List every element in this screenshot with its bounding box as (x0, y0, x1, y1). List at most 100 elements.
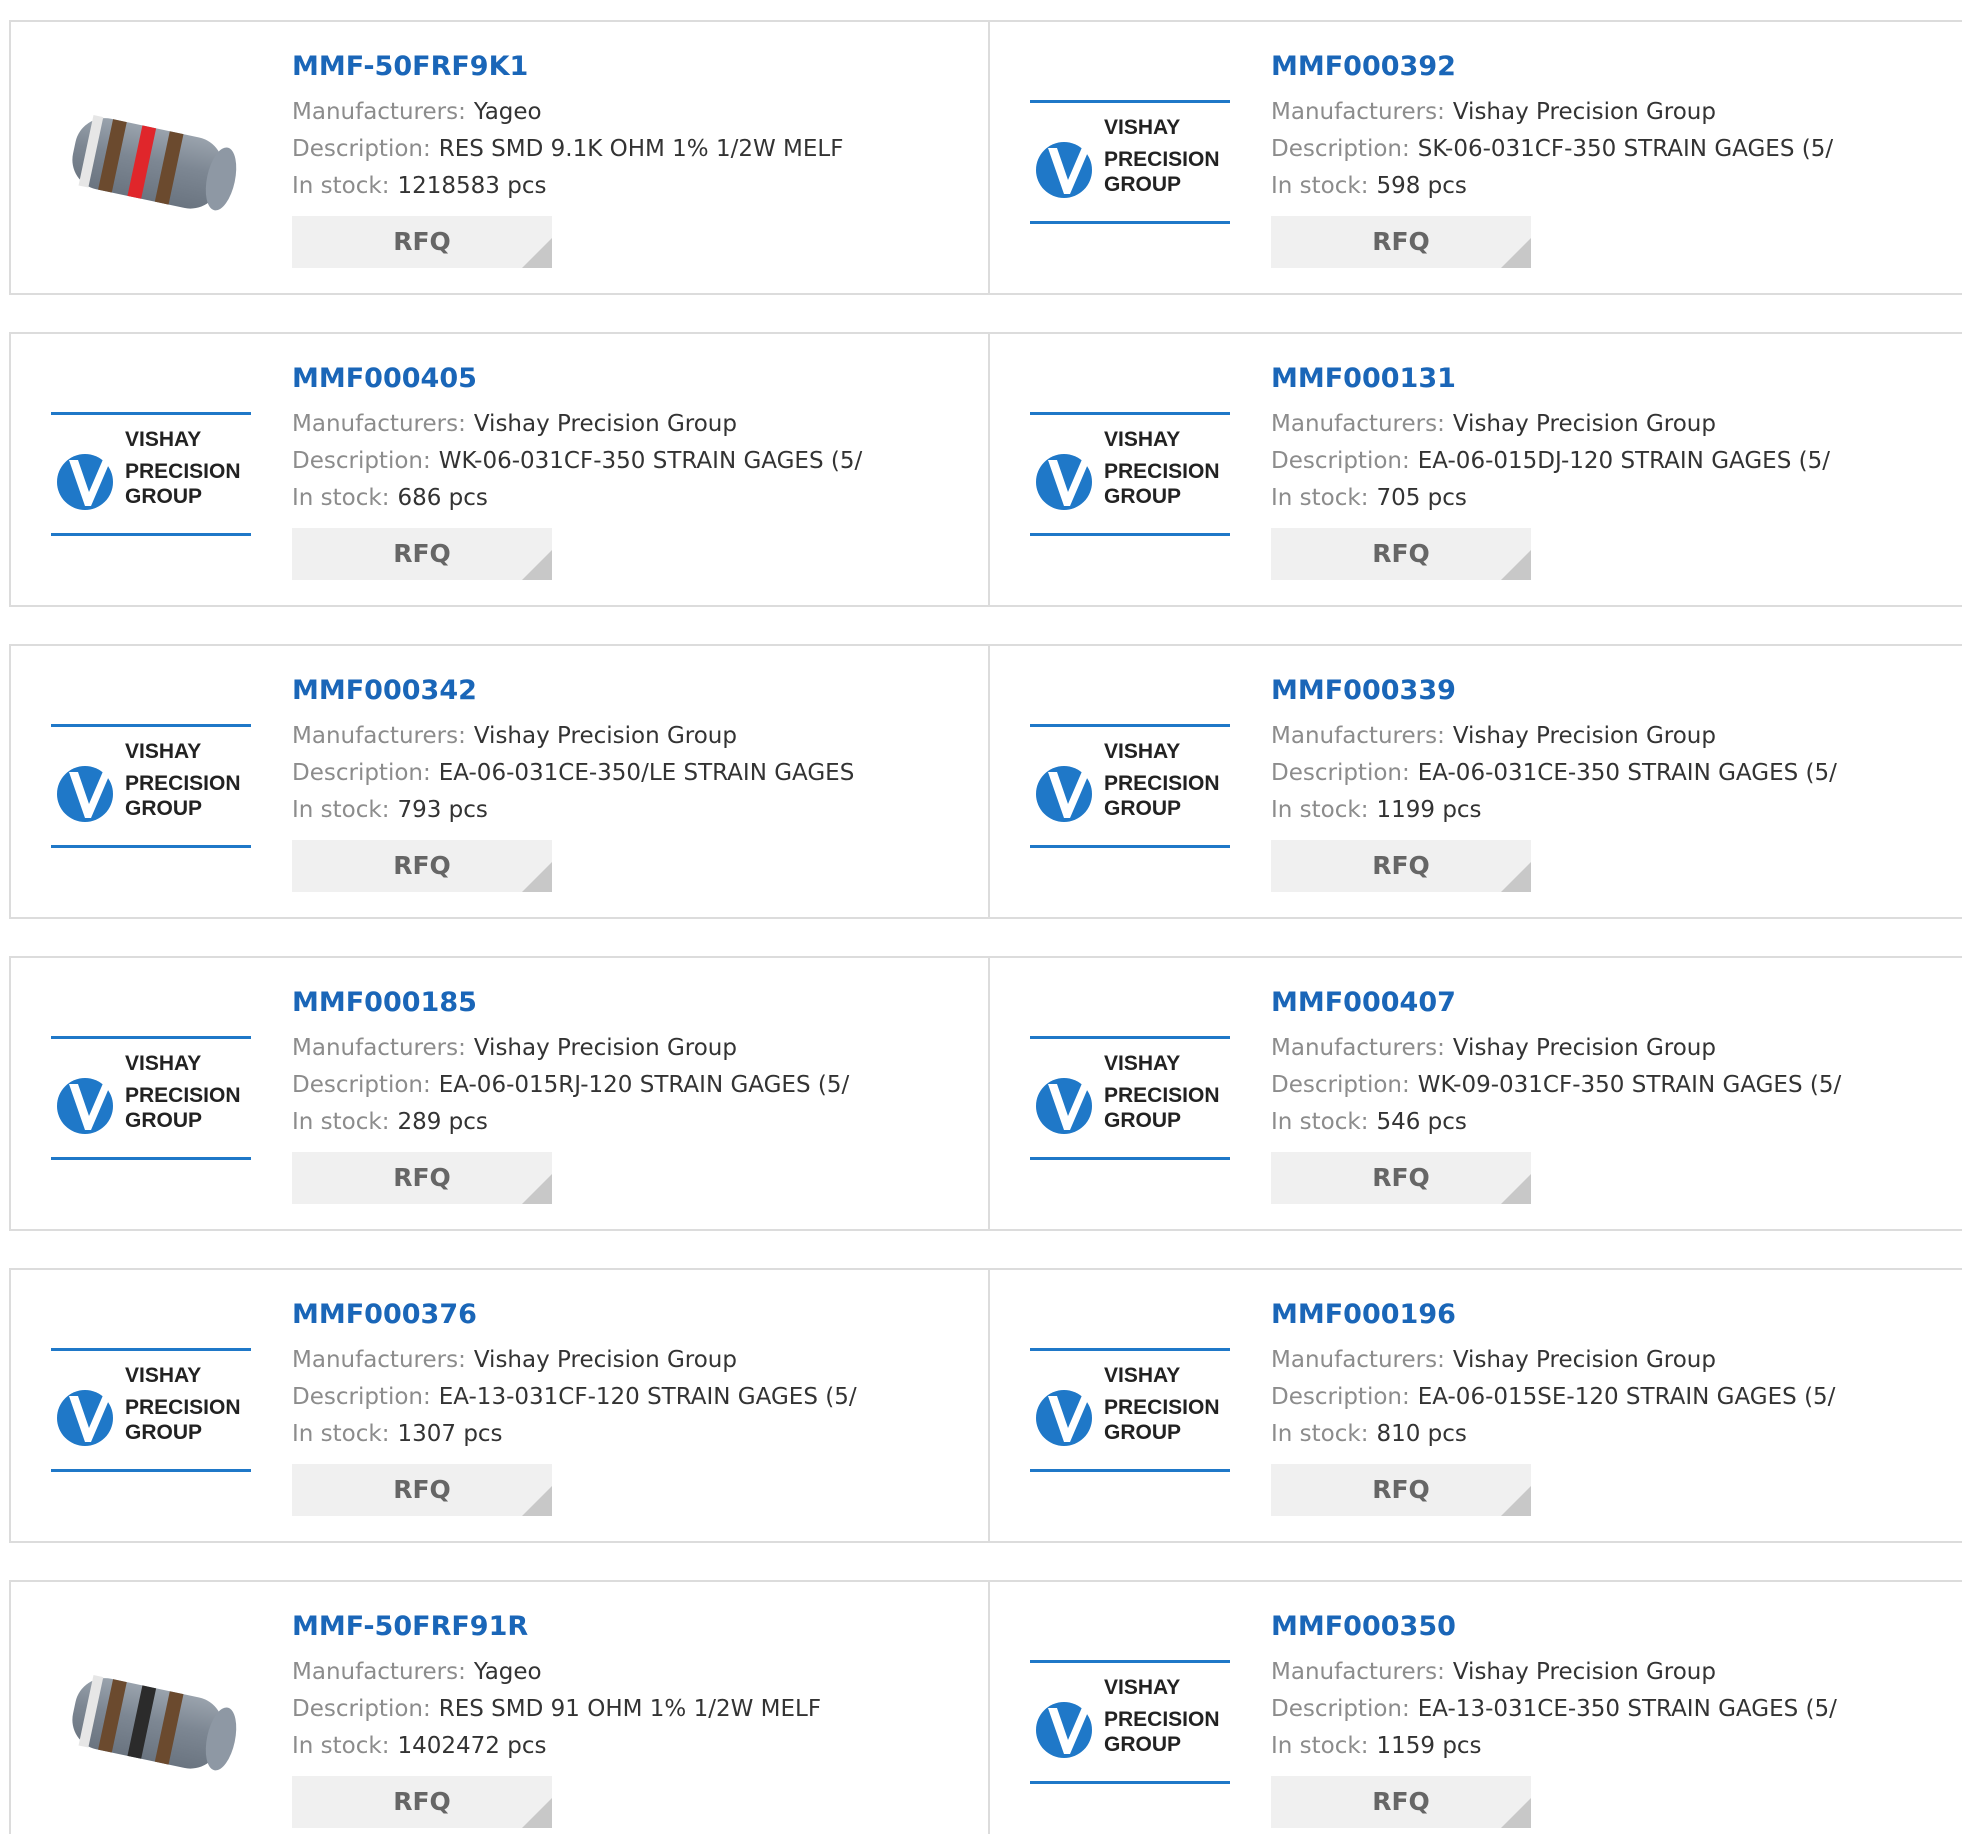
rfq-label: RFQ (393, 227, 451, 256)
manufacturer-value: Vishay Precision Group (473, 1347, 737, 1373)
svg-text:GROUP: GROUP (125, 797, 202, 820)
part-number-link[interactable]: MMF000350 (1271, 1610, 1952, 1644)
product-row: MMF-50FRF91R Manufacturers: Yageo Descripti… (9, 1580, 1962, 1834)
corner-triangle-icon (522, 1174, 552, 1204)
description-row: Description: EA-06-031CE-350 STRAIN GAGES… (1271, 755, 1952, 792)
manufacturer-value: Vishay Precision Group (1452, 1035, 1716, 1061)
corner-triangle-icon (1501, 550, 1531, 580)
product-card: VISHAY PRECISION GROUP MMF000185 Manufact… (11, 958, 988, 1229)
rfq-button[interactable]: RFQ (1271, 528, 1531, 580)
description-row: Description: SK-06-031CF-350 STRAIN GAGES… (1271, 131, 1952, 168)
product-thumbnail[interactable]: VISHAY PRECISION GROUP (51, 374, 251, 574)
manufacturer-row: Manufacturers: Yageo (292, 94, 978, 131)
rfq-button[interactable]: RFQ (292, 216, 552, 268)
rfq-button[interactable]: RFQ (1271, 216, 1531, 268)
stock-value: 793 pcs (397, 797, 488, 823)
svg-text:GROUP: GROUP (125, 1421, 202, 1444)
corner-triangle-icon (1501, 1174, 1531, 1204)
manufacturer-label: Manufacturers: (1271, 411, 1445, 437)
corner-triangle-icon (522, 1798, 552, 1828)
product-thumbnail[interactable]: VISHAY PRECISION GROUP (51, 998, 251, 1198)
rfq-label: RFQ (1372, 1163, 1430, 1192)
description-value: EA-06-015SE-120 STRAIN GAGES (5/ (1417, 1384, 1836, 1410)
part-number-link[interactable]: MMF000376 (292, 1298, 978, 1332)
description-value: SK-06-031CF-350 STRAIN GAGES (5/ (1417, 136, 1834, 162)
svg-text:VISHAY: VISHAY (1104, 740, 1180, 763)
product-thumbnail[interactable]: VISHAY PRECISION GROUP (51, 686, 251, 886)
part-number-link[interactable]: MMF000131 (1271, 362, 1952, 396)
corner-triangle-icon (522, 862, 552, 892)
rfq-button[interactable]: RFQ (292, 840, 552, 892)
part-number-link[interactable]: MMF000405 (292, 362, 978, 396)
svg-text:VISHAY: VISHAY (1104, 1676, 1180, 1699)
manufacturer-row: Manufacturers: Vishay Precision Group (292, 718, 978, 755)
vishay-precision-group-logo: VISHAY PRECISION GROUP (1030, 724, 1230, 848)
description-value: RES SMD 91 OHM 1% 1/2W MELF (438, 1696, 822, 1722)
product-row: VISHAY PRECISION GROUP MMF000376 Manufact… (9, 1268, 1962, 1543)
manufacturer-label: Manufacturers: (292, 1035, 466, 1061)
manufacturer-value: Vishay Precision Group (1452, 1347, 1716, 1373)
description-row: Description: EA-06-015SE-120 STRAIN GAGES… (1271, 1379, 1952, 1416)
vishay-precision-group-logo: VISHAY PRECISION GROUP (1030, 100, 1230, 224)
corner-triangle-icon (1501, 862, 1531, 892)
rfq-button[interactable]: RFQ (292, 1776, 552, 1828)
svg-text:PRECISION: PRECISION (1104, 772, 1220, 795)
product-info: MMF000350 Manufacturers: Vishay Precision … (1271, 1610, 1952, 1828)
svg-text:GROUP: GROUP (1104, 797, 1181, 820)
svg-text:GROUP: GROUP (1104, 1733, 1181, 1756)
rfq-button[interactable]: RFQ (1271, 1776, 1531, 1828)
stock-label: In stock: (1271, 485, 1369, 511)
manufacturer-row: Manufacturers: Vishay Precision Group (292, 1030, 978, 1067)
product-row: VISHAY PRECISION GROUP MMF000185 Manufact… (9, 956, 1962, 1231)
description-row: Description: RES SMD 9.1K OHM 1% 1/2W MEL… (292, 131, 978, 168)
stock-row: In stock: 686 pcs (292, 480, 978, 517)
product-thumbnail[interactable]: VISHAY PRECISION GROUP (1030, 998, 1230, 1198)
product-thumbnail[interactable]: VISHAY PRECISION GROUP (51, 1310, 251, 1510)
vishay-precision-group-logo: VISHAY PRECISION GROUP (51, 724, 251, 848)
description-value: EA-06-015RJ-120 STRAIN GAGES (5/ (438, 1072, 850, 1098)
manufacturer-row: Manufacturers: Vishay Precision Group (1271, 94, 1952, 131)
vishay-precision-group-logo: VISHAY PRECISION GROUP (51, 1348, 251, 1472)
rfq-button[interactable]: RFQ (292, 528, 552, 580)
stock-value: 1402472 pcs (397, 1733, 547, 1759)
part-number-link[interactable]: MMF000342 (292, 674, 978, 708)
part-number-link[interactable]: MMF-50FRF91R (292, 1610, 978, 1644)
product-thumbnail[interactable] (51, 1622, 251, 1822)
product-thumbnail[interactable]: VISHAY PRECISION GROUP (1030, 1310, 1230, 1510)
description-value: EA-06-015DJ-120 STRAIN GAGES (5/ (1417, 448, 1830, 474)
stock-label: In stock: (292, 173, 390, 199)
product-thumbnail[interactable] (51, 62, 251, 262)
stock-value: 705 pcs (1376, 485, 1467, 511)
part-number-link[interactable]: MMF000185 (292, 986, 978, 1020)
product-thumbnail[interactable]: VISHAY PRECISION GROUP (1030, 62, 1230, 262)
description-value: RES SMD 9.1K OHM 1% 1/2W MELF (438, 136, 844, 162)
description-label: Description: (292, 136, 431, 162)
description-row: Description: EA-13-031CF-120 STRAIN GAGES… (292, 1379, 978, 1416)
rfq-button[interactable]: RFQ (1271, 840, 1531, 892)
rfq-button[interactable]: RFQ (292, 1152, 552, 1204)
rfq-label: RFQ (393, 851, 451, 880)
part-number-link[interactable]: MMF000196 (1271, 1298, 1952, 1332)
svg-text:PRECISION: PRECISION (1104, 148, 1220, 171)
manufacturer-label: Manufacturers: (292, 99, 466, 125)
product-thumbnail[interactable]: VISHAY PRECISION GROUP (1030, 686, 1230, 886)
stock-label: In stock: (1271, 797, 1369, 823)
product-card: VISHAY PRECISION GROUP MMF000405 Manufact… (11, 334, 988, 605)
product-thumbnail[interactable]: VISHAY PRECISION GROUP (1030, 1622, 1230, 1822)
part-number-link[interactable]: MMF-50FRF9K1 (292, 50, 978, 84)
rfq-button[interactable]: RFQ (292, 1464, 552, 1516)
svg-text:GROUP: GROUP (1104, 485, 1181, 508)
part-number-link[interactable]: MMF000392 (1271, 50, 1952, 84)
corner-triangle-icon (1501, 238, 1531, 268)
rfq-label: RFQ (1372, 227, 1430, 256)
rfq-button[interactable]: RFQ (1271, 1464, 1531, 1516)
rfq-button[interactable]: RFQ (1271, 1152, 1531, 1204)
rfq-label: RFQ (1372, 539, 1430, 568)
stock-row: In stock: 289 pcs (292, 1104, 978, 1141)
part-number-link[interactable]: MMF000339 (1271, 674, 1952, 708)
product-thumbnail[interactable]: VISHAY PRECISION GROUP (1030, 374, 1230, 574)
stock-label: In stock: (292, 1109, 390, 1135)
part-number-link[interactable]: MMF000407 (1271, 986, 1952, 1020)
description-label: Description: (292, 1384, 431, 1410)
description-label: Description: (1271, 136, 1410, 162)
